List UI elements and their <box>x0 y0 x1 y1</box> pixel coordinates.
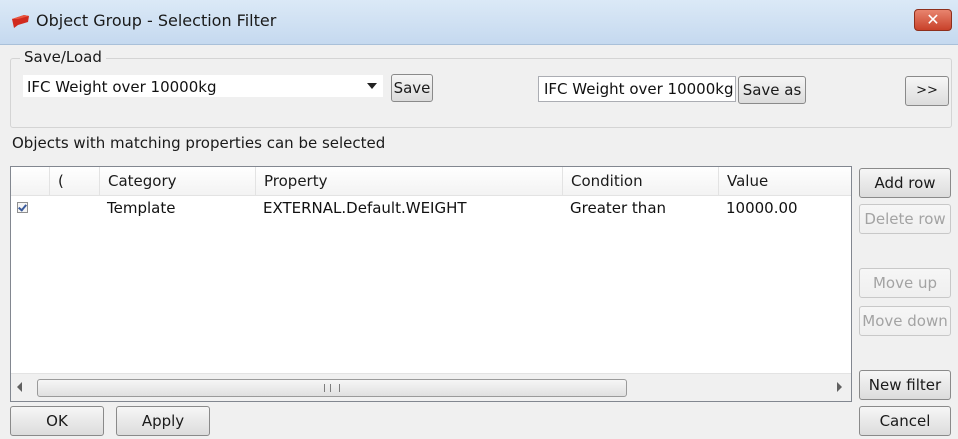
save-as-button[interactable]: Save as <box>738 76 806 104</box>
scrollbar-thumb[interactable] <box>37 379 627 397</box>
saved-filter-dropdown[interactable]: IFC Weight over 10000kg <box>22 74 384 98</box>
column-header-category[interactable]: Category <box>99 167 255 195</box>
move-down-button[interactable]: Move down <box>859 306 951 336</box>
column-header-enabled[interactable] <box>11 167 49 195</box>
row-category-cell[interactable]: Template <box>99 196 255 220</box>
column-header-property[interactable]: Property <box>255 167 562 195</box>
cancel-button[interactable]: Cancel <box>859 406 951 436</box>
row-enabled-checkbox[interactable] <box>17 202 28 213</box>
ok-button[interactable]: OK <box>10 406 104 436</box>
delete-row-button[interactable]: Delete row <box>859 204 951 234</box>
app-logo-icon <box>12 15 29 28</box>
row-value-cell[interactable]: 10000.00 <box>718 196 851 220</box>
save-as-name-input[interactable]: IFC Weight over 10000kg <box>538 76 736 102</box>
apply-button[interactable]: Apply <box>116 406 210 436</box>
save-as-name-value: IFC Weight over 10000kg <box>544 80 734 98</box>
table-row[interactable]: Template EXTERNAL.Default.WEIGHT Greater… <box>11 196 851 220</box>
grip-icon <box>324 384 340 392</box>
column-header-condition[interactable]: Condition <box>562 167 718 195</box>
add-row-button[interactable]: Add row <box>859 168 951 198</box>
table-header: ( Category Property Condition Value <box>11 167 851 196</box>
row-condition-cell[interactable]: Greater than <box>562 196 718 220</box>
expand-button[interactable]: >> <box>905 76 949 106</box>
saved-filter-value: IFC Weight over 10000kg <box>27 78 217 96</box>
column-header-paren[interactable]: ( <box>49 167 99 195</box>
row-property-cell[interactable]: EXTERNAL.Default.WEIGHT <box>255 196 562 220</box>
title-bar[interactable]: Object Group - Selection Filter ✕ <box>0 0 958 45</box>
column-header-value[interactable]: Value <box>718 167 851 195</box>
horizontal-scrollbar[interactable] <box>11 373 851 401</box>
save-button[interactable]: Save <box>391 74 433 102</box>
window-title: Object Group - Selection Filter <box>36 11 277 30</box>
row-paren-cell[interactable] <box>49 196 99 220</box>
save-load-group-label: Save/Load <box>20 48 106 66</box>
filter-table: ( Category Property Condition Value Temp… <box>10 166 852 402</box>
move-up-button[interactable]: Move up <box>859 268 951 298</box>
close-button[interactable]: ✕ <box>914 9 952 31</box>
dropdown-arrow-icon[interactable] <box>367 83 377 89</box>
scroll-left-icon[interactable] <box>17 382 22 392</box>
filter-description: Objects with matching properties can be … <box>12 134 386 152</box>
new-filter-button[interactable]: New filter <box>859 370 951 400</box>
selection-filter-dialog: Object Group - Selection Filter ✕ Save/L… <box>0 0 958 439</box>
scroll-right-icon[interactable] <box>837 382 842 392</box>
